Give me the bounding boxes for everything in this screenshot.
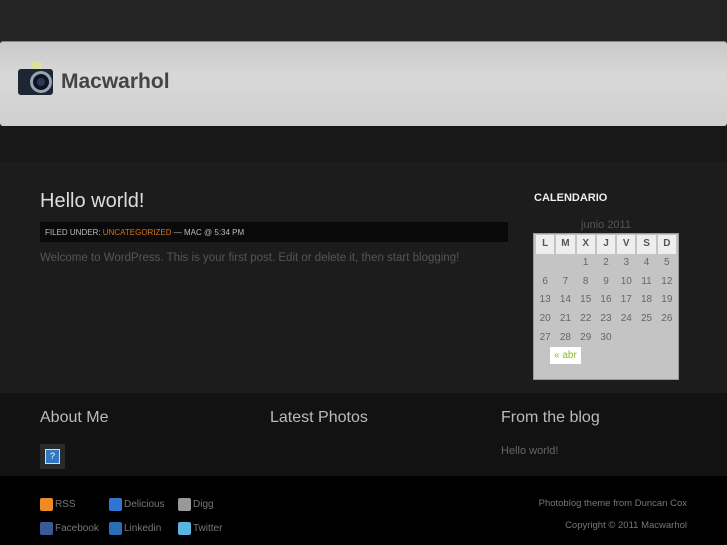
calendar-day: 11: [641, 275, 652, 287]
calendar-week: 27 28 29 30: [535, 329, 677, 348]
social-label: Twitter: [193, 523, 223, 534]
theme-credit[interactable]: Photoblog theme from Duncan Cox: [539, 498, 687, 509]
meta-suffix: — Mac @ 5:34 PM: [173, 228, 245, 237]
calendar-day: 10: [620, 275, 632, 287]
calendar-day: 18: [640, 294, 653, 306]
social-link-digg[interactable]: Digg: [178, 498, 214, 511]
delicious-icon: [109, 498, 122, 511]
calendar-day: 5: [664, 256, 670, 268]
calendar-caption: junio 2011: [581, 219, 631, 231]
calendar-day: 15: [580, 294, 592, 306]
post-body: Welcome to WordPress. This is your first…: [40, 252, 460, 264]
copyright: Copyright © 2011 Macwarhol: [565, 520, 687, 531]
social-link-twitter[interactable]: Twitter: [178, 522, 222, 535]
calendar-day: 13: [539, 294, 551, 306]
meta-prefix: Filed under:: [45, 228, 101, 237]
calendar-day: 7: [562, 275, 569, 287]
about-title: About Me: [40, 409, 109, 426]
social-label: RSS: [55, 499, 76, 510]
calendar-day: [555, 254, 575, 273]
calendar-day: 30: [600, 331, 612, 343]
calendar-day: 25: [640, 313, 653, 325]
sidebar-title: CALENDARIO: [534, 192, 608, 204]
calendar-day: 3: [623, 256, 630, 268]
social-link-rss[interactable]: RSS: [40, 498, 76, 511]
calendar-day-header: L: [536, 235, 555, 254]
calendar-week: 13 14 15 16 17 18 19: [535, 291, 677, 310]
avatar[interactable]: ?: [40, 444, 65, 469]
calendar-day-header: D: [657, 235, 676, 254]
calendar-day: 9: [603, 275, 609, 287]
post-meta: Filed under: Uncategorized — Mac @ 5:34 …: [40, 222, 508, 242]
calendar-day: 8: [582, 275, 589, 287]
calendar-prev-link[interactable]: « abr: [550, 347, 581, 364]
social-label: Linkedin: [124, 523, 162, 534]
linkedin-icon: [109, 522, 122, 535]
category-link[interactable]: Uncategorized: [103, 228, 172, 237]
camera-icon[interactable]: [17, 61, 54, 97]
calendar-day: [636, 329, 656, 348]
calendar-day: 2: [603, 256, 609, 268]
calendar-day: [616, 329, 636, 348]
social-link-delicious[interactable]: Delicious: [109, 498, 165, 511]
social-label: Digg: [193, 499, 214, 510]
social-label: Delicious: [124, 499, 165, 510]
site-header: Macwarhol: [0, 41, 727, 126]
calendar-day: 28: [559, 331, 571, 343]
calendar-week: 6 7 8 9 10 11 12: [535, 273, 677, 292]
twitter-icon: [178, 522, 191, 535]
social-link-facebook[interactable]: Facebook: [40, 522, 99, 535]
footer: RSS Delicious Digg Facebook Linkedin Twitter …: [0, 476, 727, 545]
calendar-week: 1 2 3 4 5: [535, 254, 677, 273]
social-link-linkedin[interactable]: Linkedin: [109, 522, 161, 535]
calendar-week: 20 21 22 23 24 25 26: [535, 310, 677, 329]
calendar-day: 26: [661, 313, 673, 325]
calendar-day-header: X: [576, 235, 595, 254]
calendar-day: 14: [559, 294, 571, 306]
calendar-day-header: M: [556, 235, 575, 254]
calendar-day: 29: [580, 331, 592, 343]
photos-title: Latest Photos: [270, 409, 368, 426]
calendar-day: [535, 254, 555, 273]
blog-title: From the blog: [501, 409, 600, 426]
social-label: Facebook: [55, 523, 99, 534]
calendar-day: 17: [620, 294, 632, 306]
calendar-day: 6: [542, 275, 548, 287]
facebook-icon: [40, 522, 53, 535]
footer-widgets: About Me Latest Photos From the blog ? H…: [0, 393, 727, 476]
site-title[interactable]: Macwarhol: [61, 70, 170, 94]
rss-icon: [40, 498, 53, 511]
calendar-day-header: J: [596, 235, 616, 254]
calendar-day: 12: [661, 275, 673, 287]
calendar-day: 27: [539, 331, 551, 343]
calendar-day: 20: [539, 313, 551, 325]
calendar-day: 16: [600, 294, 612, 306]
header-band: [0, 126, 727, 162]
calendar-day: 19: [661, 294, 673, 306]
digg-icon: [178, 498, 191, 511]
blog-post-link[interactable]: Hello world!: [501, 445, 558, 457]
top-bar: [0, 0, 727, 41]
calendar-day: [657, 329, 677, 348]
calendar-day: 21: [559, 313, 571, 325]
calendar-day: 24: [620, 313, 632, 325]
calendar-day: 23: [600, 313, 612, 325]
calendar-day: 4: [643, 256, 650, 268]
post-title[interactable]: Hello world!: [40, 190, 144, 213]
calendar-day-header: V: [617, 235, 636, 254]
avatar-placeholder-icon: ?: [45, 449, 60, 464]
calendar-day: 1: [582, 256, 589, 268]
calendar: LMXJVSD 1 2 3 4 5 6 7 8 9 10 11 12 13 14 15 16 17 18 19 20 2…: [533, 233, 679, 380]
calendar-day-header: S: [637, 235, 656, 254]
calendar-day: 22: [580, 313, 592, 325]
